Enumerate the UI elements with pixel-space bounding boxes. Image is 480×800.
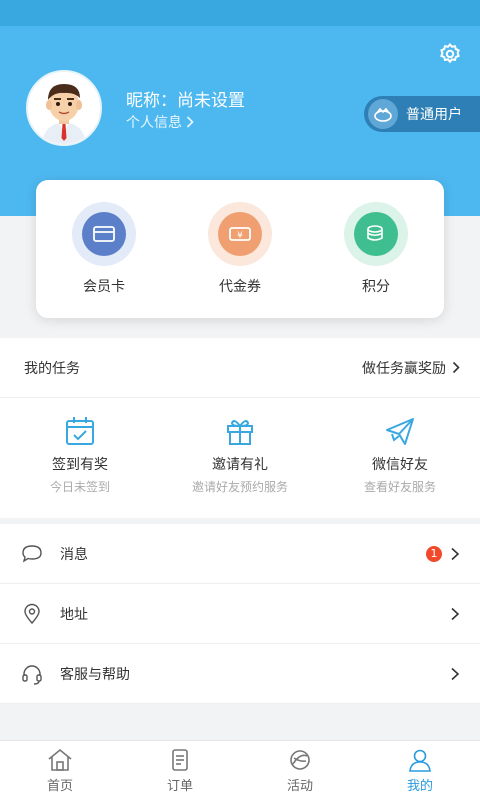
tab-activities[interactable]: 活动 [240, 741, 360, 800]
menu-item-address[interactable]: 地址 [0, 584, 480, 644]
tasks-reward-link[interactable]: 做任务赢奖励 [362, 358, 460, 378]
gift-icon [227, 420, 253, 445]
nickname: 昵称：尚未设置 [126, 91, 245, 111]
tasks-title: 我的任务 [24, 360, 80, 377]
assets-card: 会员卡 ¥ 代金券 积分 [36, 180, 444, 318]
calendar-check-icon [66, 417, 94, 445]
points-icon [354, 212, 398, 256]
settings-button[interactable] [438, 42, 462, 66]
settings-menu: 消息 1 地址 客服与帮助 [0, 524, 480, 704]
svg-text:¥: ¥ [237, 231, 243, 241]
voucher-button[interactable]: ¥ 代金券 [185, 202, 295, 296]
home-icon [48, 748, 72, 771]
tasks-link-label: 做任务赢奖励 [362, 360, 446, 377]
tab-home[interactable]: 首页 [0, 741, 120, 800]
tab-label: 首页 [46, 779, 73, 794]
tab-label: 活动 [286, 779, 313, 794]
chevron-right-icon [451, 547, 460, 560]
task-invite[interactable]: 邀请有礼 邀请好友预约服务 [165, 414, 315, 495]
menu-item-label: 客服与帮助 [60, 666, 130, 683]
avatar[interactable] [26, 70, 102, 146]
menu-item-label: 地址 [60, 606, 88, 623]
paper-plane-icon [386, 418, 414, 445]
user-icon [409, 749, 431, 772]
tasks-header: 我的任务 做任务赢奖励 [0, 338, 480, 398]
task-wechat-friends[interactable]: 微信好友 查看好友服务 [325, 414, 475, 495]
tab-orders[interactable]: 订单 [120, 741, 240, 800]
task-subtitle: 查看好友服务 [363, 480, 436, 494]
status-bar [0, 0, 480, 26]
chat-bubble-icon [22, 544, 42, 563]
points-button[interactable]: 积分 [321, 202, 431, 296]
menu-item-messages[interactable]: 消息 1 [0, 524, 480, 584]
chevron-right-icon [452, 361, 460, 374]
activity-icon [290, 750, 310, 770]
bottom-tab-bar: 首页 订单 活动 我的 [0, 740, 480, 800]
menu-item-label: 消息 [60, 546, 88, 563]
task-title: 邀请有礼 [212, 457, 268, 473]
unread-badge: 1 [426, 545, 442, 562]
task-title: 微信好友 [372, 457, 428, 473]
tasks-section: 我的任务 做任务赢奖励 签到有奖 今日未签到 邀请有礼 邀请好友预约服务 微信好… [0, 338, 480, 518]
user-level-badge[interactable]: 普通用户 [364, 96, 480, 132]
crown-icon [368, 99, 398, 129]
membership-card-button[interactable]: 会员卡 [49, 202, 159, 296]
membership-card-icon [82, 212, 126, 256]
points-label: 积分 [362, 279, 390, 295]
voucher-label: 代金券 [219, 279, 261, 295]
profile-info-link[interactable]: 个人信息 [126, 112, 194, 132]
user-level-label: 普通用户 [406, 107, 462, 123]
tab-label: 订单 [166, 779, 193, 794]
gear-icon [440, 42, 460, 64]
task-checkin[interactable]: 签到有奖 今日未签到 [5, 414, 155, 495]
voucher-icon: ¥ [218, 212, 262, 256]
menu-item-support[interactable]: 客服与帮助 [0, 644, 480, 704]
tab-mine[interactable]: 我的 [360, 741, 480, 800]
order-icon [172, 749, 188, 771]
task-subtitle: 今日未签到 [49, 480, 110, 494]
tab-label: 我的 [406, 779, 433, 794]
chevron-right-icon [186, 116, 194, 128]
headset-icon [22, 664, 42, 685]
chevron-right-icon [451, 607, 460, 620]
chevron-right-icon [451, 667, 460, 680]
membership-card-label: 会员卡 [83, 279, 125, 295]
profile-link-label: 个人信息 [126, 115, 182, 131]
task-title: 签到有奖 [52, 457, 108, 473]
task-subtitle: 邀请好友预约服务 [191, 480, 288, 494]
location-pin-icon [24, 603, 40, 624]
